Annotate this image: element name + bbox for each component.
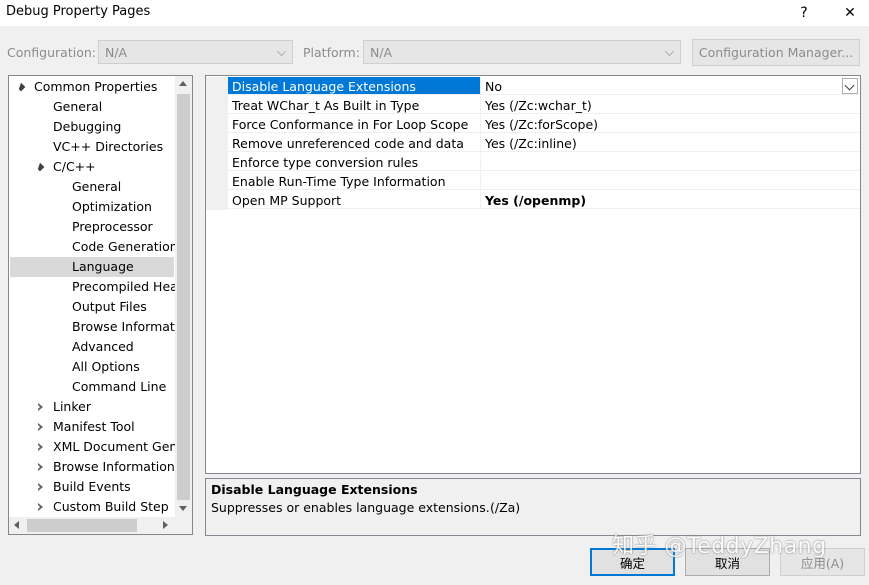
row-margin [206,153,228,172]
property-row[interactable]: Disable Language Extensions No [206,77,860,96]
tree-item[interactable]: Build Events [53,477,131,497]
tree-item[interactable]: Manifest Tool [53,417,135,437]
description-flag: (/Za) [490,500,521,515]
tree-horizontal-scrollbar[interactable] [9,517,175,534]
scroll-down-icon[interactable] [179,506,187,511]
tree-item[interactable]: General [53,97,102,117]
property-row[interactable]: Enforce type conversion rules [206,153,860,172]
platform-label: Platform: [303,45,360,60]
configuration-select[interactable]: N/A [98,40,293,64]
expanded-arrow-icon[interactable] [35,162,45,172]
tree-item[interactable]: Advanced [72,337,134,357]
row-margin [206,172,228,191]
configuration-value: N/A [105,45,128,60]
tree-item[interactable]: Output Files [72,297,147,317]
property-name: Disable Language Extensions [228,77,480,95]
property-grid[interactable]: Disable Language Extensions No Treat WChar… [205,75,861,474]
property-tree[interactable]: Common Properties General Debugging VC++ Di… [8,75,193,535]
scrollbar-corner [175,517,192,534]
chevron-down-icon [277,47,286,56]
expanded-arrow-icon[interactable] [16,82,26,92]
tree-item[interactable]: XML Document Gene [53,437,185,457]
value-dropdown-button[interactable] [842,78,858,94]
tree-item[interactable]: Linker [53,397,91,417]
tree-item[interactable]: General [72,177,121,197]
property-value[interactable] [480,172,860,190]
property-name: Treat WChar_t As Built in Type [228,96,480,114]
help-button[interactable]: ? [785,0,823,26]
collapsed-arrow-inner [38,445,40,449]
scroll-up-icon[interactable] [179,81,187,86]
tree-item[interactable]: Language [72,257,134,277]
close-button[interactable]: ✕ [831,0,869,26]
platform-value: N/A [370,45,393,60]
property-row[interactable]: Treat WChar_t As Built in Type Yes (/Zc:w… [206,96,860,115]
property-name: Enforce type conversion rules [228,153,480,171]
tree-item[interactable]: All Options [72,357,140,377]
description-title: Disable Language Extensions [211,482,418,497]
scroll-right-icon[interactable] [163,521,168,529]
collapsed-arrow-inner [38,465,40,469]
property-value[interactable]: Yes (/openmp) [480,191,860,209]
tree-item[interactable]: Debugging [53,117,121,137]
configuration-label: Configuration: [7,45,96,60]
collapsed-arrow-inner [38,405,40,409]
tree-item[interactable]: Precompiled Heac [72,277,185,297]
configuration-manager-button[interactable]: Configuration Manager... [692,39,860,66]
tree-item[interactable]: Optimization [72,197,152,217]
row-margin [206,115,228,134]
tree-vscroll-thumb[interactable] [177,94,190,500]
collapsed-arrow-inner [38,505,40,509]
watermark: 知乎 @TeddyZhang [612,534,827,559]
property-row[interactable]: Enable Run-Time Type Information [206,172,860,191]
property-value[interactable]: No [480,77,860,95]
tree-item[interactable]: Preprocessor [72,217,153,237]
collapsed-arrow-inner [38,485,40,489]
property-row[interactable]: Open MP Support Yes (/openmp) [206,191,860,210]
property-row[interactable]: Force Conformance in For Loop Scope Yes (… [206,115,860,134]
scroll-left-icon[interactable] [14,521,19,529]
window-title: Debug Property Pages [6,4,151,19]
tree-item[interactable]: Custom Build Step [53,497,169,517]
description-text: Suppresses or enables language extension… [211,500,490,515]
row-margin [206,191,228,210]
collapsed-arrow-inner [38,425,40,429]
tree-item[interactable]: Command Line [72,377,166,397]
property-name: Open MP Support [228,191,480,209]
property-name: Enable Run-Time Type Information [228,172,480,190]
property-value[interactable]: Yes (/Zc:wchar_t) [480,96,860,114]
tree-item[interactable]: C/C++ [53,157,96,177]
tree-hscroll-thumb[interactable] [27,519,137,532]
tree-item[interactable]: Browse Informatic [72,317,185,337]
row-margin [206,77,228,96]
tree-item[interactable]: Code Generation [72,237,178,257]
chevron-down-icon [665,47,674,56]
property-name: Remove unreferenced code and data [228,134,480,152]
platform-select[interactable]: N/A [363,40,681,64]
tree-item[interactable]: VC++ Directories [53,137,163,157]
chevron-down-icon [844,80,855,91]
property-name: Force Conformance in For Loop Scope [228,115,480,133]
tree-item[interactable]: Common Properties [34,77,157,97]
row-margin [206,96,228,115]
tree-item[interactable]: Browse Information [53,457,175,477]
property-row[interactable]: Remove unreferenced code and data Yes (/Z… [206,134,860,153]
row-margin [206,134,228,153]
tree-vertical-scrollbar[interactable] [175,76,192,517]
property-value[interactable]: Yes (/Zc:forScope) [480,115,860,133]
property-value[interactable] [480,153,860,171]
property-value[interactable]: Yes (/Zc:inline) [480,134,860,152]
